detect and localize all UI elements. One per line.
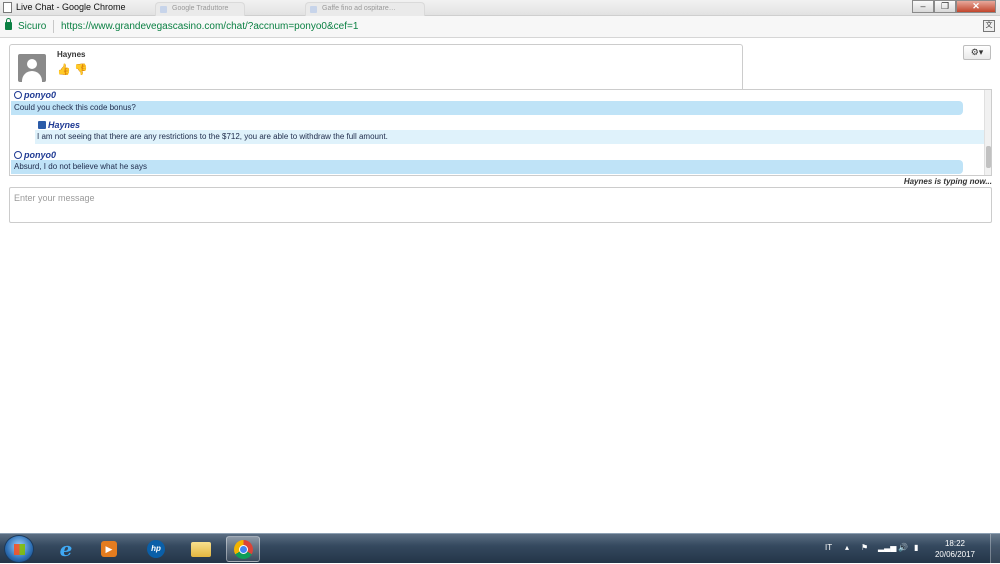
caret-down-icon: ▾ [978,47,984,57]
language-indicator[interactable]: IT [825,543,832,552]
chrome-icon [233,539,253,559]
chat-options-button[interactable]: ⚙▾ [963,45,991,60]
visitor-icon [14,151,22,159]
visitor-message: Absurd, I do not believe what he says [11,160,963,174]
message-sender: ponyo0 [14,150,56,160]
agent-icon [38,121,46,129]
address-bar[interactable]: Sicuro https://www.grandevegascasino.com… [0,16,1000,38]
visitor-message: Could you check this code bonus? [11,101,963,115]
network-signal-icon[interactable]: ▂▃▅ [878,543,896,552]
typing-indicator: Haynes is typing now... [903,177,992,186]
folder-icon [191,541,211,557]
show-hidden-icons-icon[interactable]: ▴ [845,543,849,552]
media-player-taskbar-button[interactable]: ▶ [92,536,126,562]
hp-icon: hp [147,540,165,558]
chrome-taskbar-button[interactable] [226,536,260,562]
file-explorer-taskbar-button[interactable] [184,536,218,562]
thumbs-up-icon[interactable]: 👍 [57,63,71,76]
transcript-scrollbar[interactable] [984,90,991,175]
internet-explorer-taskbar-button[interactable]: e [49,536,83,562]
background-tab-2[interactable]: Gaffe fino ad ospitare… [305,2,425,16]
gear-icon: ⚙ [970,47,979,57]
message-sender: Haynes [38,120,80,130]
close-button[interactable]: ✕ [956,0,996,13]
background-tab-1[interactable]: Google Traduttore [155,2,245,16]
start-button[interactable] [4,535,34,563]
address-separator [53,20,54,33]
visitor-icon [14,91,22,99]
agent-name: Haynes [57,50,86,59]
page-icon [3,2,12,13]
volume-icon[interactable]: 🔊 [898,543,908,552]
maximize-button[interactable]: ❐ [934,0,956,13]
message-input[interactable] [9,187,992,223]
media-player-icon: ▶ [101,541,117,557]
agent-message: I am not seeing that there are any restr… [35,130,991,144]
internet-explorer-icon: e [59,537,73,561]
action-center-flag-icon[interactable]: ⚑ [861,543,868,552]
clock[interactable]: 18:22 20/06/2017 [930,538,980,560]
hp-taskbar-button[interactable]: hp [139,536,173,562]
thumbs-down-icon[interactable]: 👎 [74,63,88,76]
clock-time: 18:22 [944,539,966,548]
chat-transcript[interactable]: ponyo0 Could you check this code bonus? … [9,89,992,176]
scrollbar-thumb[interactable] [986,146,991,168]
security-label[interactable]: Sicuro [18,21,46,32]
translate-icon[interactable]: 文 [983,20,995,32]
clock-date: 20/06/2017 [934,550,976,559]
lock-icon[interactable] [5,18,12,30]
agent-avatar [18,54,46,82]
window-title-bar: Live Chat - Google Chrome Google Tradutt… [0,0,1000,16]
minimize-button[interactable]: – [912,0,934,13]
window-controls: – ❐ ✕ [912,0,996,14]
taskbar: e ▶ hp IT ▴ ⚑ ▂▃▅ 🔊 ▮ 18:22 20/06/2017 [0,533,1000,564]
show-desktop-button[interactable] [990,534,1000,564]
url-text[interactable]: https://www.grandevegascasino.com/chat/?… [61,21,358,32]
agent-header: Haynes 👍 👎 [9,44,743,89]
message-sender: ponyo0 [14,90,56,100]
battery-icon[interactable]: ▮ [914,543,918,552]
window-title: Live Chat - Google Chrome [16,2,126,12]
